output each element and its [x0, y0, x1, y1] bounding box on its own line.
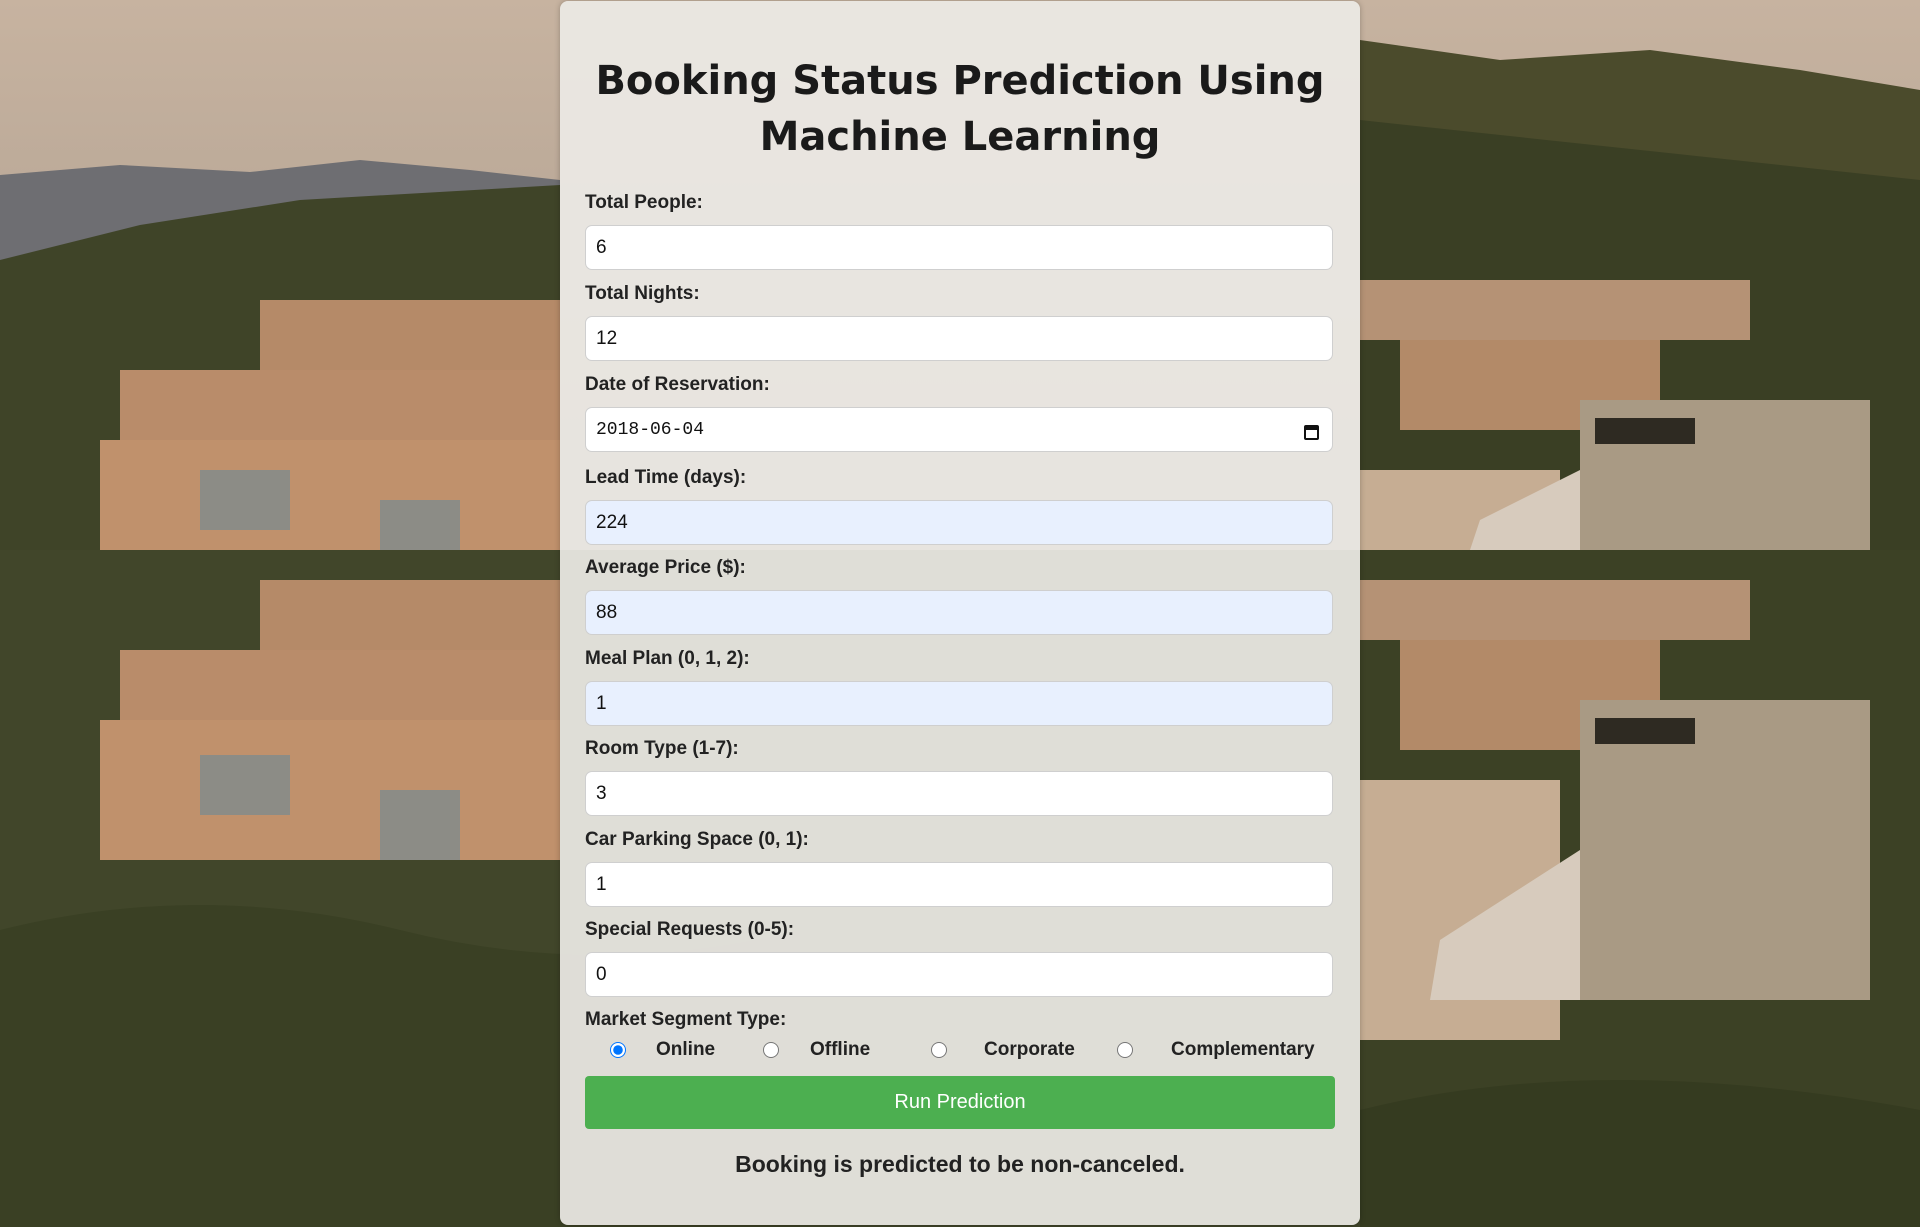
room-type-field: Room Type (1-7): — [585, 736, 1333, 816]
lead-time-input[interactable] — [585, 500, 1333, 545]
segment-radio-offline[interactable] — [763, 1042, 779, 1058]
segment-offline-label[interactable]: Offline — [810, 1039, 870, 1061]
car-parking-label: Car Parking Space (0, 1): — [585, 829, 809, 850]
room-type-input[interactable] — [585, 771, 1333, 816]
segment-online-label[interactable]: Online — [656, 1039, 715, 1061]
room-type-label: Room Type (1-7): — [585, 738, 739, 759]
total-people-label: Total People: — [585, 192, 703, 213]
reservation-date-field: Date of Reservation: — [585, 372, 1333, 452]
total-nights-field: Total Nights: — [585, 281, 1333, 361]
segment-complementary-label[interactable]: Complementary — [1171, 1039, 1315, 1061]
calendar-icon[interactable] — [1304, 425, 1319, 440]
average-price-label: Average Price ($): — [585, 557, 746, 578]
reservation-date-input[interactable] — [585, 407, 1333, 452]
meal-plan-label: Meal Plan (0, 1, 2): — [585, 648, 750, 669]
page-title: Booking Status Prediction Using Machine … — [595, 58, 1325, 160]
total-nights-input[interactable] — [585, 316, 1333, 361]
market-segment-group: Market Segment Type: Online Offline Corp… — [585, 1007, 1345, 1067]
reservation-date-label: Date of Reservation: — [585, 374, 770, 395]
average-price-input[interactable] — [585, 590, 1333, 635]
average-price-field: Average Price ($): — [585, 555, 1333, 635]
market-segment-options: Online Offline Corporate Complementary — [585, 1033, 1345, 1067]
segment-radio-online[interactable] — [610, 1042, 626, 1058]
car-parking-input[interactable] — [585, 862, 1333, 907]
run-prediction-button[interactable]: Run Prediction — [585, 1076, 1335, 1129]
segment-radio-corporate[interactable] — [931, 1042, 947, 1058]
segment-option-online[interactable]: Online — [610, 1037, 715, 1063]
car-parking-field: Car Parking Space (0, 1): — [585, 827, 1333, 907]
special-requests-field: Special Requests (0-5): — [585, 917, 1333, 997]
special-requests-label: Special Requests (0-5): — [585, 919, 795, 940]
lead-time-label: Lead Time (days): — [585, 467, 747, 488]
meal-plan-field: Meal Plan (0, 1, 2): — [585, 646, 1333, 726]
segment-radio-complementary[interactable] — [1117, 1042, 1133, 1058]
prediction-form-card: Booking Status Prediction Using Machine … — [560, 1, 1360, 1225]
total-nights-label: Total Nights: — [585, 283, 700, 304]
meal-plan-input[interactable] — [585, 681, 1333, 726]
segment-option-corporate[interactable]: Corporate — [931, 1037, 1075, 1063]
total-people-input[interactable] — [585, 225, 1333, 270]
lead-time-field: Lead Time (days): — [585, 465, 1333, 545]
segment-option-complementary[interactable]: Complementary — [1117, 1037, 1315, 1063]
segment-corporate-label[interactable]: Corporate — [984, 1039, 1075, 1061]
total-people-field: Total People: — [585, 190, 1333, 270]
prediction-result: Booking is predicted to be non-canceled. — [735, 1151, 1185, 1177]
special-requests-input[interactable] — [585, 952, 1333, 997]
segment-option-offline[interactable]: Offline — [763, 1037, 870, 1063]
market-segment-label: Market Segment Type: — [585, 1009, 787, 1030]
